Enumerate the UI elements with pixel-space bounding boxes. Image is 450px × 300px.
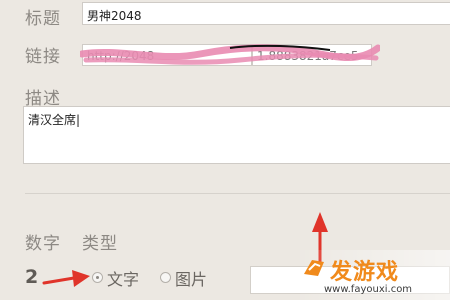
page: { "form": { "title_label": "标题", "title_… [0,0,450,300]
watermark: 发游戏 www.fayouxi.com [300,250,450,300]
brand-site: www.fayouxi.com [324,284,413,295]
brand-name: 发游戏 [330,260,400,285]
brand-logo-icon [304,260,324,276]
